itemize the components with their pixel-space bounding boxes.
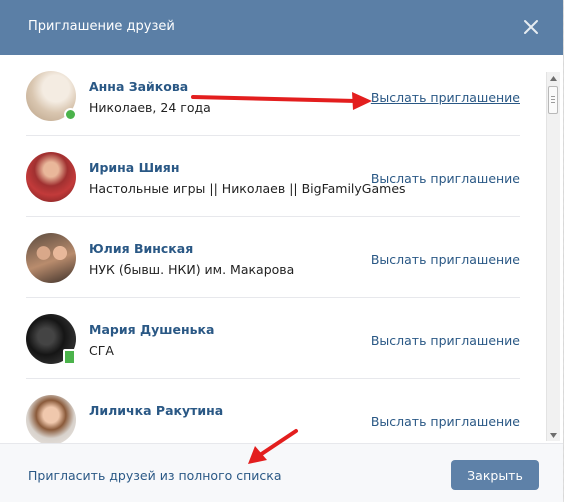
- scrollbar-thumb[interactable]: [548, 86, 558, 114]
- scrollbar[interactable]: [546, 72, 560, 441]
- friend-name[interactable]: Лиличка Ракутина: [89, 403, 223, 419]
- close-icon[interactable]: [521, 17, 541, 37]
- send-invite-link[interactable]: Выслать приглашение: [371, 171, 520, 187]
- friend-row: Ирина Шиян Настольные игры || Николаев |…: [26, 136, 520, 217]
- dialog-title: Приглашение друзей: [28, 19, 175, 34]
- send-invite-link[interactable]: Выслать приглашение: [371, 414, 520, 430]
- invite-from-full-list-link[interactable]: Пригласить друзей из полного списка: [28, 468, 282, 484]
- scroll-down-arrow-icon[interactable]: [547, 429, 560, 441]
- avatar[interactable]: [26, 233, 76, 283]
- friend-subtitle: Николаев, 24 года: [89, 100, 211, 115]
- friend-name[interactable]: Ирина Шиян: [89, 160, 179, 176]
- friends-list: Анна Зайкова Николаев, 24 года Выслать п…: [0, 55, 546, 443]
- send-invite-link[interactable]: Выслать приглашение: [371, 90, 520, 106]
- friend-subtitle: Настольные игры || Николаев || BigFamily…: [89, 181, 406, 196]
- friend-row: Мария Душенька СГА Выслать приглашение: [26, 298, 520, 379]
- avatar[interactable]: [26, 152, 76, 202]
- friend-subtitle: СГА: [89, 343, 114, 358]
- dialog-footer: Пригласить друзей из полного списка Закр…: [0, 443, 563, 502]
- dialog-header: Приглашение друзей: [0, 0, 563, 55]
- invite-friends-dialog: Приглашение друзей Анна Зайкова Николаев…: [0, 0, 563, 502]
- friend-name[interactable]: Анна Зайкова: [89, 79, 188, 95]
- friend-name[interactable]: Мария Душенька: [89, 322, 214, 338]
- friend-subtitle: НУК (бывш. НКИ) им. Макарова: [89, 262, 295, 277]
- friend-row: Юлия Винская НУК (бывш. НКИ) им. Макаров…: [26, 217, 520, 298]
- mobile-online-icon: [63, 349, 76, 365]
- friend-row: Лиличка Ракутина Выслать приглашение: [26, 379, 520, 443]
- close-button[interactable]: Закрыть: [451, 460, 539, 490]
- avatar[interactable]: [26, 395, 76, 443]
- friend-name[interactable]: Юлия Винская: [89, 241, 193, 257]
- online-indicator-icon: [64, 108, 77, 121]
- send-invite-link[interactable]: Выслать приглашение: [371, 333, 520, 349]
- send-invite-link[interactable]: Выслать приглашение: [371, 252, 520, 268]
- friend-row: Анна Зайкова Николаев, 24 года Выслать п…: [26, 55, 520, 136]
- scroll-up-arrow-icon[interactable]: [547, 72, 560, 84]
